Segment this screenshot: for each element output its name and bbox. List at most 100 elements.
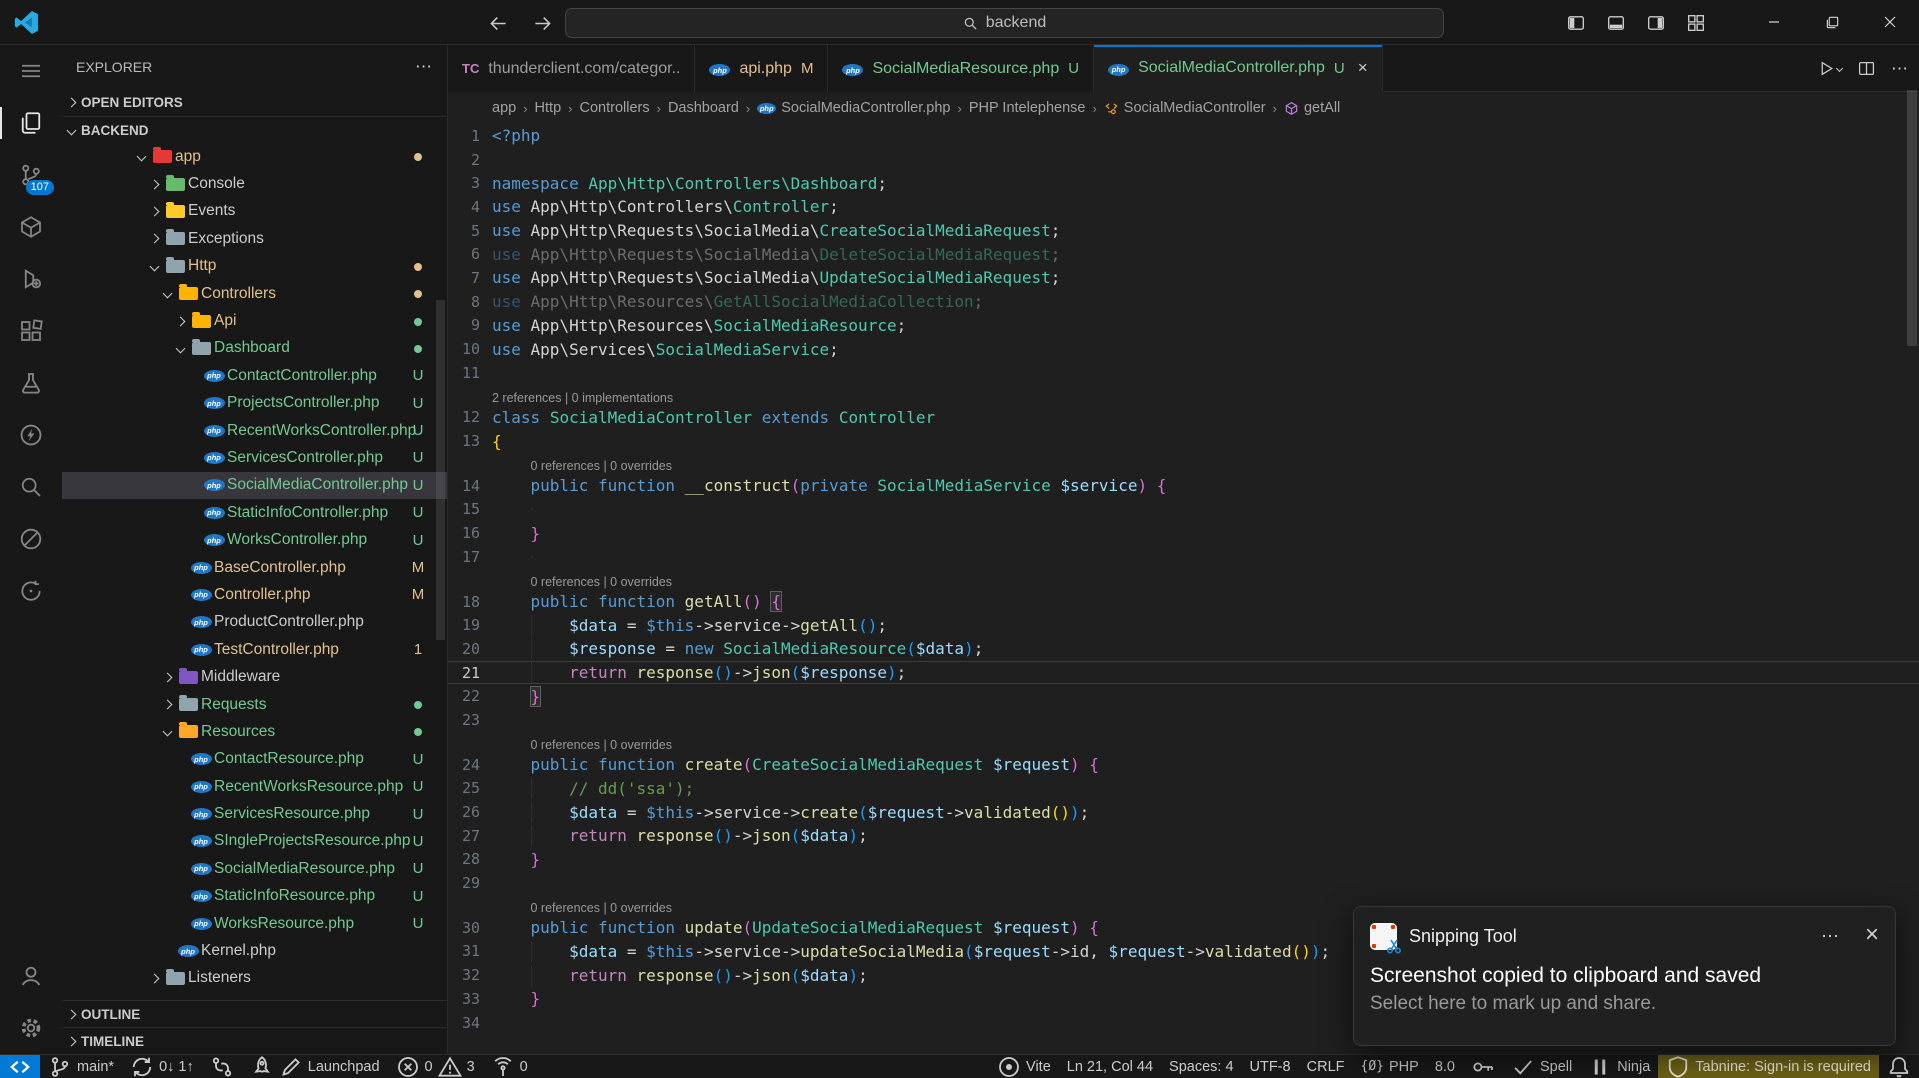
code-line-20[interactable]: 20 $response = new SocialMediaResource($… [448,637,1919,661]
status-git-sync[interactable]: 0↓ 1↑ [122,1055,202,1078]
code-line-5[interactable]: 5use App\Http\Requests\SocialMedia\Creat… [448,219,1919,243]
tree-item-testcontroller-php[interactable]: phpTestController.php1 [62,636,448,663]
code-editor[interactable]: 1<?php23namespace App\Http\Controllers\D… [448,124,1919,1034]
status-git-compare[interactable] [202,1055,242,1078]
loop-icon[interactable] [0,565,62,617]
code-line-19[interactable]: 19 $data = $this->service->getAll(); [448,613,1919,637]
status-vite[interactable]: Vite [989,1055,1059,1078]
code-line-28[interactable]: 28 } [448,848,1919,872]
tree-item-staticinfocontroller-php[interactable]: phpStaticInfoController.phpU [62,499,448,526]
tree-item-recentworkscontroller-php[interactable]: phpRecentWorksController.phpU [62,417,448,444]
breadcrumb-item-dashboard[interactable]: Dashboard [668,100,739,116]
code-line-26[interactable]: 26 $data = $this->service->create($reque… [448,800,1919,824]
code-line-25[interactable]: 25 // dd('ssa'); [448,777,1919,801]
maximize-button[interactable] [1803,0,1861,44]
run-icon[interactable] [1818,60,1842,77]
run-debug-icon[interactable] [0,253,62,305]
tree-item-singleprojectsresource-php[interactable]: phpSIngleProjectsResource.phpU [62,828,448,855]
snipping-tool-toast[interactable]: Snipping Tool ⋯ × Screenshot copied to c… [1353,906,1896,1046]
workspace-section[interactable]: BACKEND [62,116,447,143]
tab-api-php[interactable]: phpapi.phpM [695,45,828,92]
codelens[interactable]: 0 references | 0 overrides [448,569,1919,590]
tab-socialmediaresource-php[interactable]: phpSocialMediaResource.phpU [828,45,1094,92]
status-spell-checker[interactable]: Spell [1503,1055,1580,1078]
source-control-icon[interactable]: 107 [0,149,62,201]
breadcrumb-item-socialmediacontroller-php[interactable]: phpSocialMediaController.php [757,100,950,116]
customize-layout-icon[interactable] [1680,7,1712,39]
tree-item-api[interactable]: Api [62,307,448,334]
close-window-button[interactable] [1861,0,1919,44]
breadcrumb-item-getall[interactable]: getAll [1284,100,1340,116]
tree-item-productcontroller-php[interactable]: phpProductController.php [62,609,448,636]
code-line-6[interactable]: 6use App\Http\Requests\SocialMedia\Delet… [448,242,1919,266]
tab-thunderclient-com-categor[interactable]: TCthunderclient.com/categor.. [448,45,695,92]
tree-item-worksresource-php[interactable]: phpWorksResource.phpU [62,910,448,937]
status-problems[interactable]: 03 [388,1055,483,1078]
breadcrumb-item-php-intelephense[interactable]: PHP Intelephense [969,100,1086,116]
tree-item-servicescontroller-php[interactable]: phpServicesController.phpU [62,444,448,471]
editor-scrollbar[interactable] [1907,90,1917,346]
status-encoding[interactable]: UTF-8 [1242,1055,1299,1078]
code-line-27[interactable]: 27 return response()->json($data); [448,824,1919,848]
status-language-mode[interactable]: {Ø}PHP [1353,1055,1427,1078]
tree-item-controllers[interactable]: Controllers [62,280,448,307]
package-icon[interactable] [0,201,62,253]
status-tabnine[interactable]: Tabnine: Sign-in is required [1658,1055,1879,1078]
breadcrumb-item-socialmediacontroller[interactable]: SocialMediaController [1104,100,1266,116]
status-cursor-position[interactable]: Ln 21, Col 44 [1059,1055,1161,1078]
tree-item-app[interactable]: app [62,143,448,170]
explorer-more-actions-icon[interactable]: ⋯ [415,57,433,77]
tree-item-resources[interactable]: Resources [62,718,448,745]
tree-item-staticinforesource-php[interactable]: phpStaticInfoResource.phpU [62,883,448,910]
tree-item-events[interactable]: Events [62,198,448,225]
nav-forward-button[interactable] [527,8,557,38]
tree-item-exceptions[interactable]: Exceptions [62,225,448,252]
code-line-3[interactable]: 3namespace App\Http\Controllers\Dashboar… [448,171,1919,195]
settings-gear-icon[interactable] [0,1002,62,1054]
timeline-section[interactable]: TIMELINE [62,1027,448,1054]
tree-item-basecontroller-php[interactable]: phpBaseController.phpM [62,554,448,581]
more-actions-icon[interactable]: ⋯ [1891,59,1909,79]
tree-item-console[interactable]: Console [62,170,448,197]
tree-item-contactresource-php[interactable]: phpContactResource.phpU [62,746,448,773]
breadcrumb-item-app[interactable]: app [492,100,516,116]
testing-icon[interactable] [0,357,62,409]
code-line-18[interactable]: 18 public function getAll() { [448,590,1919,614]
breadcrumb-item-http[interactable]: Http [535,100,562,116]
toggle-secondary-sidebar-icon[interactable] [1640,7,1672,39]
tree-item-controller-php[interactable]: phpController.phpM [62,581,448,608]
code-line-17[interactable]: 17 [448,545,1919,569]
code-line-22[interactable]: 22 } [448,684,1919,708]
nav-back-button[interactable] [483,8,513,38]
status-git-branch[interactable]: main* [40,1055,122,1078]
minimize-button[interactable] [1745,0,1803,44]
record-icon[interactable] [0,513,62,565]
toggle-sidebar-icon[interactable] [1560,7,1592,39]
status-eol[interactable]: CRLF [1299,1055,1353,1078]
codelens[interactable]: 0 references | 0 overrides [448,453,1919,474]
open-editors-section[interactable]: OPEN EDITORS [62,89,447,116]
code-line-15[interactable]: 15 [448,498,1919,522]
tree-item-servicesresource-php[interactable]: phpServicesResource.phpU [62,800,448,827]
explorer-icon[interactable] [0,97,62,149]
sidebar-scrollbar[interactable] [436,300,445,640]
code-line-1[interactable]: 1<?php [448,124,1919,148]
code-line-23[interactable]: 23 [448,708,1919,732]
code-line-16[interactable]: 16 } [448,521,1919,545]
tree-item-workscontroller-php[interactable]: phpWorksController.phpU [62,526,448,553]
code-line-14[interactable]: 14 public function __construct(private S… [448,474,1919,498]
thunder-client-icon[interactable] [0,409,62,461]
tree-item-socialmediaresource-php[interactable]: phpSocialMediaResource.phpU [62,855,448,882]
code-line-24[interactable]: 24 public function create(CreateSocialMe… [448,753,1919,777]
outline-section[interactable]: OUTLINE [62,1000,448,1027]
code-line-7[interactable]: 7use App\Http\Requests\SocialMedia\Updat… [448,266,1919,290]
close-tab-icon[interactable]: × [1358,58,1368,78]
status-ninja[interactable]: Ninja [1580,1055,1658,1078]
status-remote-indicator[interactable] [0,1055,40,1078]
status-ports[interactable]: 0 [483,1055,536,1078]
code-line-12[interactable]: 12class SocialMediaController extends Co… [448,406,1919,430]
code-line-13[interactable]: 13{ [448,429,1919,453]
code-line-10[interactable]: 10use App\Services\SocialMediaService; [448,337,1919,361]
breadcrumb-item-controllers[interactable]: Controllers [579,100,649,116]
command-center-search[interactable]: backend [565,8,1444,38]
